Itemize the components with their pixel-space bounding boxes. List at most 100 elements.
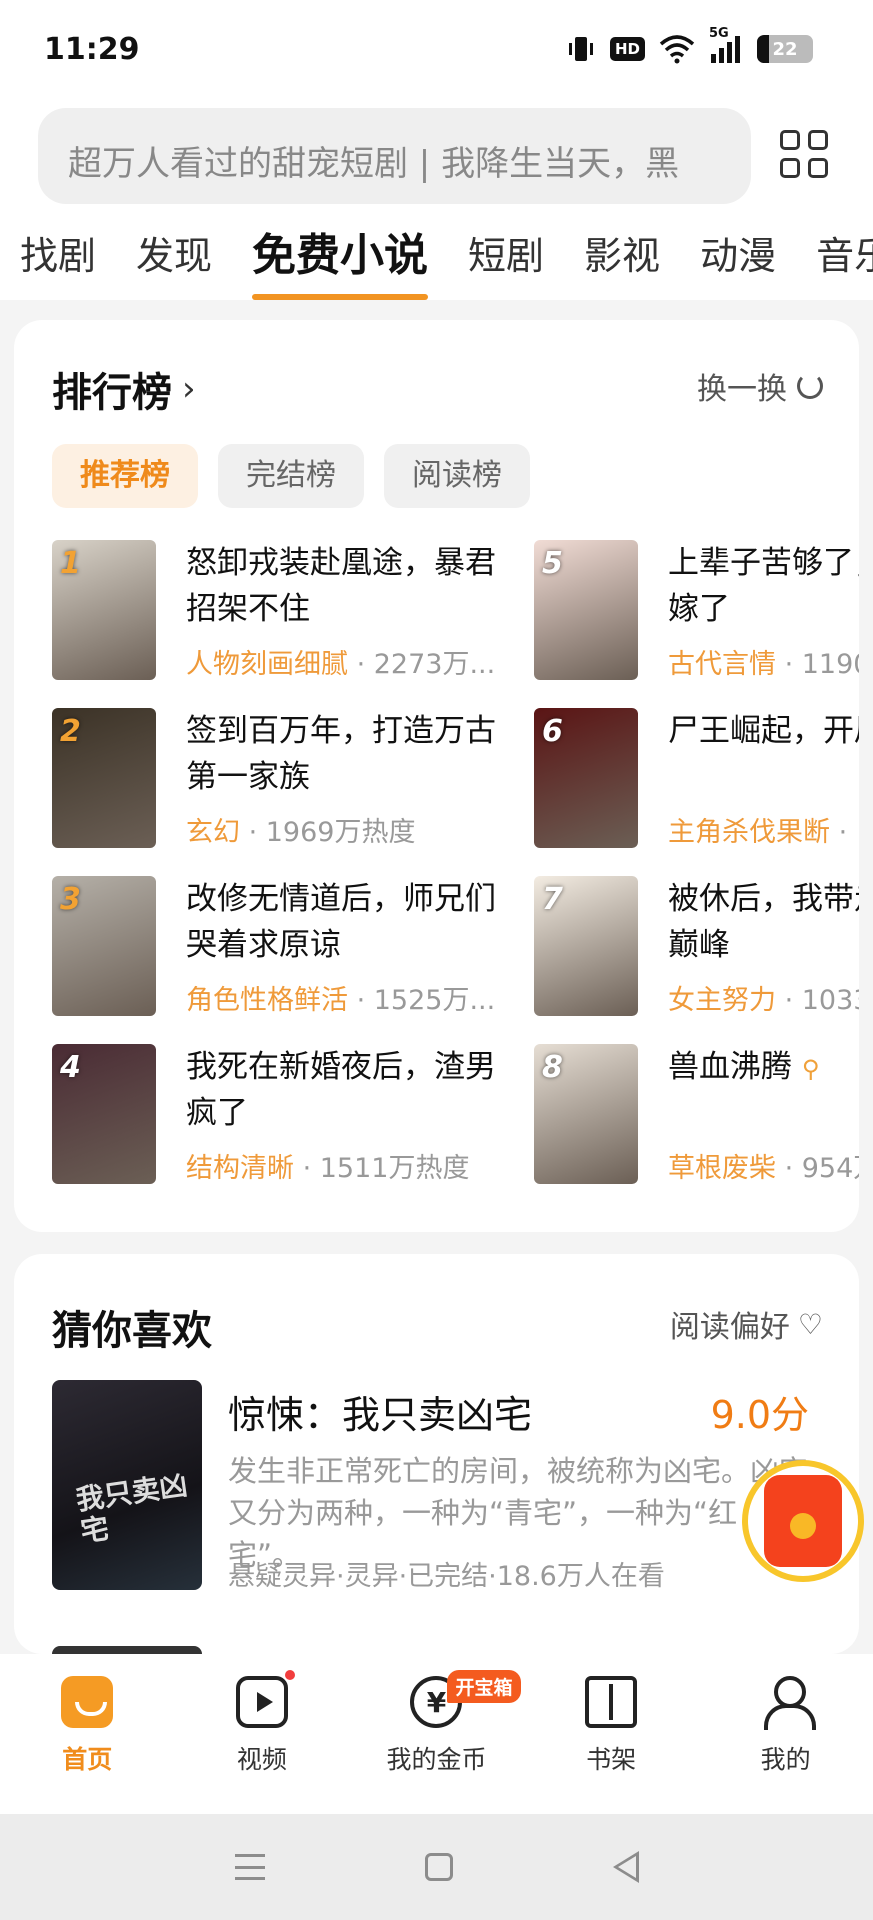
book-tag: 女主努力	[668, 985, 776, 1016]
battery-icon: 22	[757, 35, 813, 63]
book-meta: 古代言情 · 1190	[668, 642, 859, 681]
book-tag: 人物刻画细腻	[186, 649, 348, 680]
rank-number: 2	[60, 714, 81, 749]
book-title: 被休后，我带走上人生巅峰	[668, 881, 859, 963]
tab-film[interactable]: 影视	[564, 224, 680, 300]
bookshelf-icon	[585, 1676, 638, 1728]
rank-number: 8	[542, 1050, 563, 1085]
book-heat: · 1511万热度	[294, 1153, 470, 1184]
book-meta: 玄幻 · 1969万热度	[186, 810, 496, 849]
book-cover: 6	[534, 708, 638, 848]
signal-icon: 5G	[709, 26, 743, 64]
nav-coins[interactable]: ¥ 开宝箱 我的金币	[361, 1670, 521, 1776]
status-icons: HD 5G 22	[566, 26, 813, 64]
system-nav-bar	[0, 1814, 873, 1920]
book-title: 我死在新婚夜后，渣男疯了	[186, 1049, 496, 1131]
ranking-item-5[interactable]: 5 上辈子苦够了，她都不嫁了 古代言情 · 1190	[534, 540, 859, 682]
reading-preference-label: 阅读偏好	[669, 1310, 790, 1345]
book-title: 兽血沸腾 ⚲	[668, 1044, 859, 1092]
book-heat: · 1969万热度	[240, 817, 416, 848]
book-meta: 人物刻画细腻 · 2273万...	[186, 642, 496, 681]
book-meta: 女主努力 · 1033	[668, 978, 859, 1017]
tab-music[interactable]: 音乐	[796, 224, 873, 300]
nav-video[interactable]: 视频	[187, 1670, 337, 1776]
book-title: 尸王崛起，开局万血肉	[668, 713, 859, 749]
home-icon	[61, 1676, 114, 1728]
book-title: 怒卸戎装赴凰途，暴君招架不住	[186, 545, 496, 627]
refresh-icon	[797, 373, 823, 399]
book-tag: 结构清晰	[186, 1153, 294, 1184]
book-title: 改修无情道后，师兄们哭着求原谅	[186, 881, 496, 963]
ranking-item-1[interactable]: 1 怒卸戎装赴凰途，暴君招架不住 人物刻画细腻 · 2273万...	[52, 540, 512, 682]
hd-icon: HD	[609, 37, 645, 61]
book-tag: 主角杀伐果断	[668, 817, 830, 848]
bottom-nav: 首页 视频 ¥ 开宝箱 我的金币 书架 我的	[0, 1654, 873, 1814]
tab-anime[interactable]: 动漫	[680, 224, 796, 300]
book-cover[interactable]: 我只卖凶宅	[52, 1380, 202, 1590]
book-title[interactable]: 惊悚：我只卖凶宅	[228, 1384, 532, 1439]
nav-home-label: 首页	[62, 1745, 113, 1774]
user-icon	[760, 1676, 816, 1730]
book-tag: 玄幻	[186, 817, 240, 848]
book-cover: 4	[52, 1044, 156, 1184]
book-heat: · 1033	[784, 985, 859, 1016]
ranking-item-8[interactable]: 8 兽血沸腾 ⚲ 草根废柴 · 954万	[534, 1044, 859, 1186]
tab-short-drama[interactable]: 短剧	[448, 224, 564, 300]
nav-profile[interactable]: 我的	[711, 1676, 861, 1776]
book-tag: 古代言情	[668, 649, 776, 680]
nav-bookshelf[interactable]: 书架	[536, 1676, 686, 1776]
nav-bookshelf-label: 书架	[586, 1745, 637, 1774]
ranking-item-7[interactable]: 7 被休后，我带走上人生巅峰 女主努力 · 1033	[534, 876, 859, 1018]
nav-home[interactable]: 首页	[12, 1676, 162, 1776]
search-input[interactable]: 超万人看过的甜宠短剧 | 我降生当天，黑	[38, 108, 751, 204]
book-title: 上辈子苦够了，她都不嫁了	[668, 545, 859, 627]
book-meta: 主角杀伐果断 ·	[668, 810, 859, 849]
tab-discover[interactable]: 发现	[116, 224, 232, 300]
ranking-item-3[interactable]: 3 改修无情道后，师兄们哭着求原谅 角色性格鲜活 · 1525万...	[52, 876, 512, 1018]
ranking-chips: 推荐榜 完结榜 阅读榜	[52, 444, 530, 508]
reading-preference-button[interactable]: 阅读偏好 ♡	[670, 1302, 823, 1346]
tab-free-novel[interactable]: 免费小说	[232, 224, 448, 300]
wifi-icon	[659, 34, 695, 64]
home-button[interactable]	[424, 1853, 453, 1881]
tab-find-drama[interactable]: 找剧	[0, 224, 116, 300]
book-cover: 1	[52, 540, 156, 680]
chip-completed[interactable]: 完结榜	[218, 444, 364, 508]
vibrate-icon	[566, 34, 596, 64]
ranking-item-6[interactable]: 6 尸王崛起，开局万血肉 主角杀伐果断 ·	[534, 708, 859, 850]
refresh-button[interactable]: 换一换	[697, 364, 823, 408]
book-cover: 8	[534, 1044, 638, 1184]
ranking-item-4[interactable]: 4 我死在新婚夜后，渣男疯了 结构清晰 · 1511万热度	[52, 1044, 512, 1186]
book-meta: 悬疑灵异·灵异·已完结·18.6万人在看	[228, 1561, 665, 1592]
ranking-title[interactable]: 排行榜 ›	[52, 360, 196, 418]
header: 超万人看过的甜宠短剧 | 我降生当天，黑 找剧 发现 免费小说 短剧 影视 动漫…	[0, 100, 873, 300]
recent-apps-button[interactable]	[234, 1854, 265, 1880]
book-heat: · 1525万...	[348, 985, 496, 1016]
book-score: 9.0分	[710, 1393, 809, 1437]
book-cover: 7	[534, 876, 638, 1016]
book-tag: 草根废柴	[668, 1153, 776, 1184]
chip-reading[interactable]: 阅读榜	[384, 444, 530, 508]
book-title-text: 兽血沸腾	[668, 1049, 792, 1085]
nav-video-label: 视频	[236, 1745, 287, 1774]
treasure-badge: 开宝箱	[447, 1670, 521, 1703]
chip-recommended[interactable]: 推荐榜	[52, 444, 198, 508]
red-packet-button[interactable]	[742, 1460, 864, 1582]
signal-label: 5G	[709, 26, 729, 41]
book-tag: 角色性格鲜活	[186, 985, 348, 1016]
book-cover-text: 我只卖凶宅	[74, 1468, 190, 1549]
back-button[interactable]	[612, 1851, 639, 1883]
apps-grid-icon[interactable]	[780, 130, 828, 178]
book-meta: 草根废柴 · 954万	[668, 1146, 859, 1185]
guess-you-like-card: 猜你喜欢 阅读偏好 ♡ 我只卖凶宅 惊悚：我只卖凶宅 9.0分 发生非正常死亡的…	[14, 1254, 859, 1654]
nav-profile-label: 我的	[760, 1745, 811, 1774]
ranking-card: 排行榜 › 换一换 推荐榜 完结榜 阅读榜 1 怒卸戎装赴凰途，暴君招架不住 人…	[14, 320, 859, 1232]
rank-number: 5	[542, 546, 563, 581]
ranking-item-2[interactable]: 2 签到百万年，打造万古第一家族 玄幻 · 1969万热度	[52, 708, 512, 850]
refresh-label: 换一换	[697, 372, 787, 407]
notification-dot	[284, 1670, 295, 1680]
heart-icon: ♡	[797, 1307, 823, 1341]
book-cover: 3	[52, 876, 156, 1016]
red-packet-icon	[764, 1475, 842, 1567]
rank-number: 3	[60, 882, 81, 917]
